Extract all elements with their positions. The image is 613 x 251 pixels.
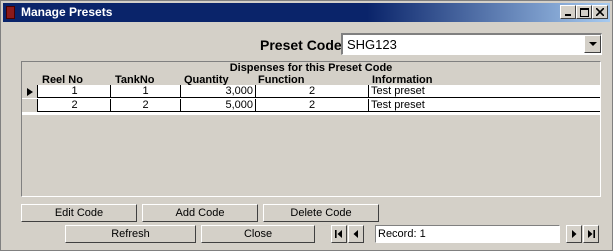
- title-bar[interactable]: Manage Presets: [3, 3, 610, 22]
- record-navigator: Record: 1: [331, 225, 602, 243]
- column-header-tank-no: TankNo: [115, 74, 155, 86]
- window-title: Manage Presets: [21, 5, 113, 19]
- cell-quantity[interactable]: 5,000: [181, 99, 256, 112]
- close-form-button[interactable]: Close: [201, 225, 315, 243]
- column-header-reel-no: Reel No: [42, 74, 83, 86]
- dispenses-grid: 1 1 3,000 2 Test preset 2 2 5,000 2 Test…: [22, 85, 600, 115]
- preset-code-combo[interactable]: SHG123: [341, 33, 602, 55]
- preset-code-value[interactable]: SHG123: [347, 37, 397, 53]
- table-row[interactable]: 1 1 3,000 2 Test preset: [22, 85, 600, 98]
- cell-reel-no[interactable]: 2: [39, 99, 111, 112]
- previous-record-icon: [353, 230, 358, 238]
- close-button[interactable]: [592, 5, 608, 19]
- cell-function[interactable]: 2: [256, 85, 369, 98]
- cell-information[interactable]: Test preset: [369, 85, 600, 98]
- preset-code-label: Preset Code: [260, 37, 342, 53]
- maximize-button[interactable]: [576, 5, 592, 19]
- dropdown-button[interactable]: [584, 35, 601, 53]
- minimize-button[interactable]: [560, 5, 576, 19]
- cell-reel-no[interactable]: 1: [39, 85, 111, 98]
- dispenses-title: Dispenses for this Preset Code: [229, 62, 393, 74]
- next-record-icon: [572, 230, 577, 238]
- manage-presets-window: Manage Presets Preset Code SHG123 Dispen…: [0, 0, 613, 251]
- maximize-icon: [579, 7, 589, 17]
- column-header-quantity: Quantity: [184, 74, 229, 86]
- next-record-button[interactable]: [566, 225, 582, 243]
- minimize-icon: [565, 14, 571, 16]
- dispenses-subform: Dispenses for this Preset Code Reel No T…: [21, 61, 601, 197]
- table-row[interactable]: 2 2 5,000 2 Test preset: [22, 99, 600, 112]
- cell-quantity[interactable]: 3,000: [181, 85, 256, 98]
- arrow-right-icon: [26, 87, 33, 96]
- previous-record-button[interactable]: [348, 225, 364, 243]
- cell-tank-no[interactable]: 1: [111, 85, 181, 98]
- column-header-information: Information: [372, 74, 433, 86]
- cell-tank-no[interactable]: 2: [111, 99, 181, 112]
- chevron-down-icon: [588, 41, 597, 46]
- record-selector[interactable]: [22, 85, 38, 98]
- record-indicator[interactable]: Record: 1: [375, 225, 560, 243]
- close-icon: [596, 8, 604, 16]
- first-record-button[interactable]: [331, 225, 347, 243]
- column-header-function: Function: [258, 74, 305, 86]
- last-record-icon: [588, 230, 595, 238]
- add-code-button[interactable]: Add Code: [142, 204, 258, 222]
- last-record-button[interactable]: [583, 225, 599, 243]
- refresh-button[interactable]: Refresh: [65, 225, 196, 243]
- app-icon: [6, 6, 15, 19]
- record-selector[interactable]: [22, 99, 38, 112]
- edit-code-button[interactable]: Edit Code: [21, 204, 137, 222]
- delete-code-button[interactable]: Delete Code: [263, 204, 379, 222]
- first-record-icon: [335, 230, 342, 238]
- cell-function[interactable]: 2: [256, 99, 369, 112]
- cell-information[interactable]: Test preset: [369, 99, 600, 112]
